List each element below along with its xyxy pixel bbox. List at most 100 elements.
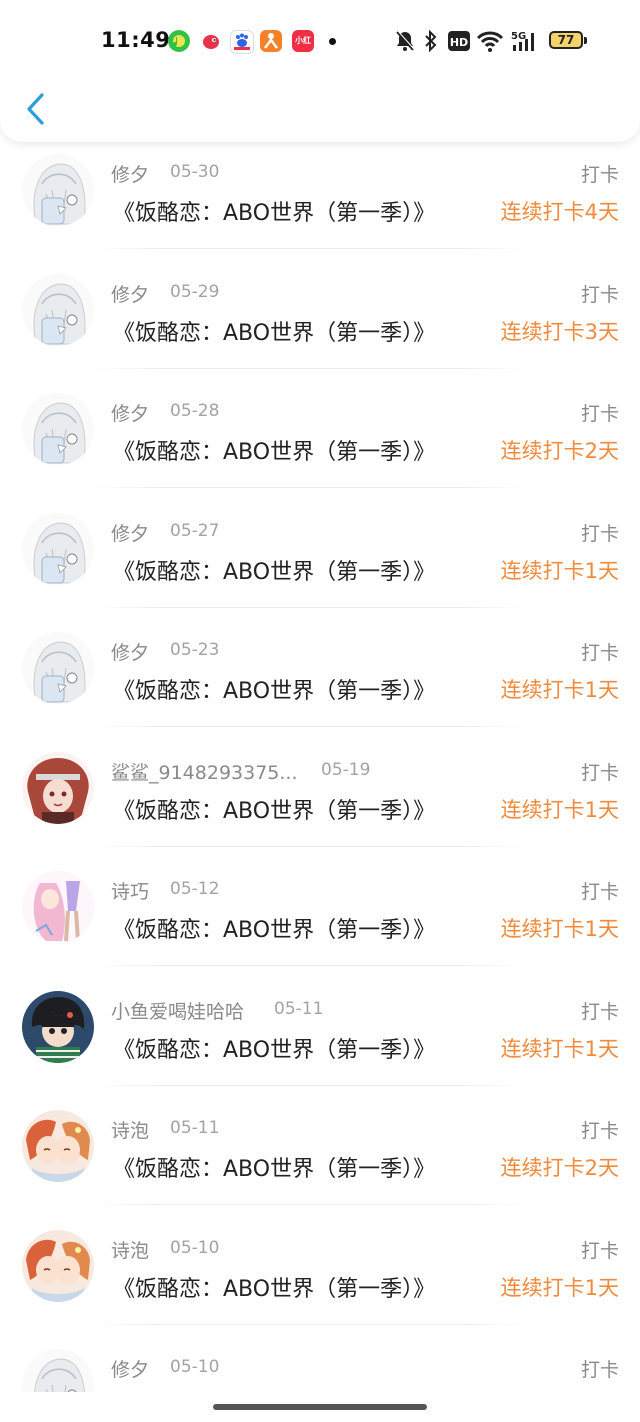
username[interactable]: 诗泡 [111, 1116, 149, 1143]
action-label: 打卡 [580, 1239, 619, 1262]
avatar[interactable] [22, 393, 94, 465]
username[interactable]: 诗巧 [111, 877, 149, 904]
baidu-app-icon [230, 30, 254, 54]
list-item[interactable]: 诗泡 05-10 打卡《饭酪恋：ABO世界（第一季）》 连续打卡1天 [0, 1226, 640, 1346]
username[interactable]: 修夕 [111, 1355, 149, 1382]
entry-date: 05-28 [170, 401, 220, 421]
entry-date: 05-10 [170, 1237, 220, 1258]
avatar[interactable] [22, 751, 94, 824]
chevron-left-icon [27, 93, 44, 125]
list-item[interactable]: 修夕 05-23 打卡《饭酪恋：ABO世界（第一季）》 连续打卡1天 [0, 628, 640, 748]
row-divider [95, 965, 525, 966]
username[interactable]: 诗泡 [111, 1236, 149, 1263]
home-indicator[interactable] [213, 1404, 427, 1410]
username[interactable]: 鲨鲨_9148293375... [111, 758, 298, 785]
action-label: 打卡 [580, 1359, 619, 1381]
person-app-icon [260, 30, 282, 52]
streak-label: 连续打卡1天 [500, 1275, 619, 1300]
avatar[interactable] [22, 1229, 94, 1302]
entry-date: 05-29 [170, 281, 220, 302]
entry-date: 05-23 [170, 640, 220, 660]
signal-5g-icon: 5G [511, 29, 541, 53]
book-title[interactable]: 《饭酪恋：ABO世界（第一季）》 [113, 673, 435, 705]
book-title[interactable]: 《饭酪恋：ABO世界（第一季）》 [113, 434, 435, 466]
book-title[interactable]: 《饭酪恋：ABO世界（第一季）》 [113, 793, 435, 825]
book-title[interactable]: 《饭酪恋：ABO世界（第一季）》 [113, 1271, 435, 1303]
entry-date: 05-11 [274, 998, 324, 1019]
back-button[interactable] [20, 88, 52, 130]
avatar[interactable] [22, 990, 94, 1063]
username[interactable]: 修夕 [111, 399, 149, 426]
avatar[interactable] [22, 154, 94, 226]
xiaohongshu-app-icon: 小红书 [292, 30, 314, 67]
row-divider [95, 248, 525, 249]
entry-date: 05-19 [321, 759, 371, 780]
book-title[interactable]: 《饭酪恋：ABO世界（第一季）》 [113, 1151, 435, 1183]
list-item[interactable]: 诗巧 05-12 打卡《饭酪恋：ABO世界（第一季）》 连续打卡1天 [0, 867, 640, 987]
status-time: 11:49 [101, 28, 171, 52]
streak-label: 连续打卡3天 [500, 319, 619, 344]
avatar[interactable] [22, 632, 94, 704]
action-label: 打卡 [580, 1000, 619, 1023]
row-divider [95, 1204, 525, 1205]
bird-app-icon [200, 30, 222, 52]
streak-label: 连续打卡1天 [500, 678, 619, 702]
avatar[interactable] [22, 512, 94, 585]
action-label: 打卡 [580, 761, 619, 784]
page: 修夕 05-30 打卡 《饭酪恋：ABO世界（第一季）》 连续打卡4天 修夕 05-29 打卡… [0, 0, 640, 1422]
streak-label: 连续打卡1天 [500, 1036, 619, 1061]
book-title[interactable]: 《饭酪恋：ABO世界（第一季）》 [113, 912, 435, 944]
username[interactable]: 修夕 [111, 280, 149, 307]
status-bar: 11:49 小红书 HD 5G 77 [0, 22, 640, 67]
list-item[interactable]: 鲨鲨_9148293375... 05-19 打卡 《饭酪恋：ABO世界（第一季）》 连… [0, 748, 640, 868]
action-label: 打卡 [580, 881, 619, 903]
action-label: 打卡 [580, 283, 619, 306]
notification-dot-icon [329, 38, 336, 45]
bluetooth-icon [423, 29, 439, 53]
entry-date: 05-30 [170, 162, 220, 182]
row-divider [95, 487, 525, 488]
list-item[interactable]: 修夕 05-28 打卡《饭酪恋：ABO世界（第一季）》 连续打卡2天 [0, 389, 640, 509]
avatar[interactable] [22, 871, 94, 943]
action-label: 打卡 [580, 164, 619, 186]
username[interactable]: 修夕 [111, 638, 149, 665]
streak-label: 连续打卡1天 [500, 558, 619, 583]
action-label: 打卡 [580, 642, 619, 664]
row-divider [95, 726, 525, 727]
username[interactable]: 修夕 [111, 160, 149, 187]
streak-label: 连续打卡2天 [500, 439, 619, 463]
book-title[interactable]: 《饭酪恋：ABO世界（第一季）》 [113, 315, 435, 347]
list-item[interactable]: 诗泡 05-11 打卡《饭酪恋：ABO世界（第一季）》 连续打卡2天 [0, 1106, 640, 1226]
header: 11:49 小红书 HD 5G 77 [0, 0, 640, 142]
entry-date: 05-12 [170, 879, 220, 899]
list-item[interactable]: 小鱼爱喝娃哈哈 05-11 打卡《饭酪恋：ABO世界（第一季）》 连续打卡1天 [0, 987, 640, 1107]
mute-bell-icon [394, 29, 416, 53]
row-divider [95, 1084, 525, 1086]
battery-tip [584, 37, 587, 44]
row-divider [95, 367, 525, 369]
avatar[interactable] [22, 273, 94, 346]
row-divider [95, 1323, 525, 1325]
hd-icon: HD [448, 31, 470, 55]
book-title[interactable]: 《饭酪恋：ABO世界（第一季）》 [113, 195, 435, 227]
wifi-icon [476, 29, 504, 53]
entry-date: 05-10 [170, 1357, 220, 1377]
action-label: 打卡 [580, 522, 619, 545]
action-label: 打卡 [580, 1120, 619, 1142]
list-item[interactable]: 修夕 05-30 打卡《饭酪恋：ABO世界（第一季）》 连续打卡4天 [0, 150, 640, 270]
music-app-icon [168, 30, 190, 52]
book-title[interactable]: 《饭酪恋：ABO世界（第一季）》 [113, 1032, 435, 1064]
list-item[interactable]: 修夕 05-29 打卡《饭酪恋：ABO世界（第一季）》 连续打卡3天 [0, 270, 640, 390]
entry-date: 05-11 [170, 1118, 220, 1138]
username[interactable]: 修夕 [111, 519, 149, 546]
streak-label: 连续打卡1天 [500, 917, 619, 941]
streak-label: 连续打卡2天 [500, 1156, 619, 1180]
streak-label: 连续打卡4天 [500, 200, 619, 224]
username[interactable]: 小鱼爱喝娃哈哈 [111, 997, 244, 1024]
avatar[interactable] [22, 1110, 94, 1182]
list-item[interactable]: 修夕 05-27 打卡 《饭酪恋：ABO世界（第一季）》 连续打卡1天 [0, 509, 640, 629]
book-title[interactable]: 《饭酪恋：ABO世界（第一季）》 [113, 554, 435, 586]
row-divider [95, 606, 525, 608]
action-label: 打卡 [580, 403, 619, 425]
battery-icon: 77 [549, 31, 583, 49]
